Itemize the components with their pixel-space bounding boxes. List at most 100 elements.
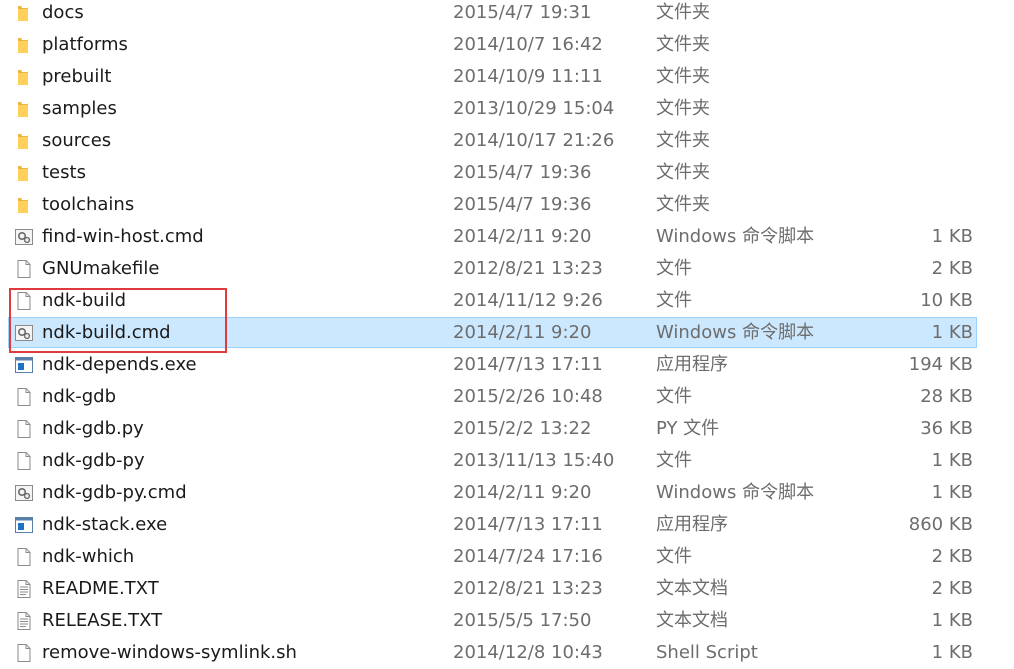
file-date-modified: 2013/10/29 15:04	[453, 98, 615, 119]
file-name: find-win-host.cmd	[42, 226, 204, 247]
file-date-modified: 2014/10/9 11:11	[453, 66, 603, 87]
file-type: 文件	[656, 450, 692, 471]
file-type: 文件	[656, 386, 692, 407]
file-list: docs 2015/4/7 19:31 文件夹 platforms 2014/10/7…	[0, 0, 1014, 669]
file-size: 2 KB	[931, 546, 973, 567]
folder-icon	[14, 131, 34, 151]
exe-icon	[14, 355, 34, 375]
file-type: 文件	[656, 258, 692, 279]
file-size: 1 KB	[931, 450, 973, 471]
file-date-modified: 2012/8/21 13:23	[453, 258, 603, 279]
file-icon	[14, 259, 34, 279]
file-name: ndk-build	[42, 290, 127, 311]
file-size: 860 KB	[908, 514, 973, 535]
file-date-modified: 2012/8/21 13:23	[453, 578, 603, 599]
file-row[interactable]: GNUmakefile 2012/8/21 13:23 文件 2 KB	[0, 253, 1014, 285]
file-row[interactable]: ndk-stack.exe 2014/7/13 17:11 应用程序 860 KB	[0, 509, 1014, 541]
file-row[interactable]: README.TXT 2012/8/21 13:23 文本文档 2 KB	[0, 573, 1014, 605]
file-type: 文本文档	[656, 578, 728, 599]
file-row[interactable]: sources 2014/10/17 21:26 文件夹	[0, 125, 1014, 157]
cmd-script-icon	[14, 323, 34, 343]
file-date-modified: 2015/4/7 19:36	[453, 162, 592, 183]
file-icon	[14, 643, 34, 663]
file-size: 1 KB	[931, 226, 973, 247]
file-row[interactable]: docs 2015/4/7 19:31 文件夹	[0, 0, 1014, 29]
file-date-modified: 2014/2/11 9:20	[453, 482, 592, 503]
cmd-script-icon	[14, 227, 34, 247]
file-size: 2 KB	[931, 258, 973, 279]
file-name: README.TXT	[42, 578, 159, 599]
file-name: ndk-gdb	[42, 386, 117, 407]
file-date-modified: 2014/2/11 9:20	[453, 322, 592, 343]
file-row[interactable]: ndk-gdb-py.cmd 2014/2/11 9:20 Windows 命令脚本…	[0, 477, 1014, 509]
file-row[interactable]: samples 2013/10/29 15:04 文件夹	[0, 93, 1014, 125]
file-name: ndk-build.cmd	[42, 322, 171, 343]
file-type: 应用程序	[656, 514, 728, 535]
folder-icon	[14, 3, 34, 23]
file-type: 文件	[656, 290, 692, 311]
file-row[interactable]: ndk-build 2014/11/12 9:26 文件 10 KB	[0, 285, 1014, 317]
folder-icon	[14, 35, 34, 55]
file-date-modified: 2014/11/12 9:26	[453, 290, 603, 311]
file-row[interactable]: ndk-gdb-py 2013/11/13 15:40 文件 1 KB	[0, 445, 1014, 477]
file-size: 1 KB	[931, 482, 973, 503]
file-icon	[14, 451, 34, 471]
folder-icon	[14, 67, 34, 87]
text-document-icon	[14, 579, 34, 599]
file-size: 28 KB	[920, 386, 973, 407]
file-row[interactable]: RELEASE.TXT 2015/5/5 17:50 文本文档 1 KB	[0, 605, 1014, 637]
file-date-modified: 2014/7/13 17:11	[453, 354, 603, 375]
file-row[interactable]: toolchains 2015/4/7 19:36 文件夹	[0, 189, 1014, 221]
file-date-modified: 2014/7/13 17:11	[453, 514, 603, 535]
file-type: Shell Script	[656, 642, 758, 663]
file-row[interactable]: ndk-which 2014/7/24 17:16 文件 2 KB	[0, 541, 1014, 573]
file-date-modified: 2015/4/7 19:36	[453, 194, 592, 215]
file-name: platforms	[42, 34, 128, 55]
file-date-modified: 2014/7/24 17:16	[453, 546, 603, 567]
folder-icon	[14, 99, 34, 119]
file-icon	[14, 291, 34, 311]
file-row[interactable]: prebuilt 2014/10/9 11:11 文件夹	[0, 61, 1014, 93]
file-row[interactable]: ndk-depends.exe 2014/7/13 17:11 应用程序 194 KB	[0, 349, 1014, 381]
file-date-modified: 2014/12/8 10:43	[453, 642, 603, 663]
file-name: ndk-depends.exe	[42, 354, 197, 375]
file-type: Windows 命令脚本	[656, 322, 815, 343]
file-type: Windows 命令脚本	[656, 226, 815, 247]
file-type: 文件夹	[656, 162, 710, 183]
file-row[interactable]: ndk-build.cmd 2014/2/11 9:20 Windows 命令脚本 1…	[0, 317, 1014, 349]
file-type: 文件夹	[656, 194, 710, 215]
cmd-script-icon	[14, 483, 34, 503]
file-size: 36 KB	[920, 418, 973, 439]
file-type: 文件夹	[656, 66, 710, 87]
file-row[interactable]: remove-windows-symlink.sh 2014/12/8 10:43…	[0, 637, 1014, 669]
text-document-icon	[14, 611, 34, 631]
file-type: 文件夹	[656, 98, 710, 119]
file-name: remove-windows-symlink.sh	[42, 642, 297, 663]
file-name: samples	[42, 98, 117, 119]
file-row[interactable]: ndk-gdb.py 2015/2/2 13:22 PY 文件 36 KB	[0, 413, 1014, 445]
file-type: 应用程序	[656, 354, 728, 375]
file-icon	[14, 419, 34, 439]
file-type: 文件夹	[656, 2, 710, 23]
file-type: 文件夹	[656, 130, 710, 151]
file-size: 1 KB	[931, 322, 973, 343]
file-name: tests	[42, 162, 86, 183]
file-date-modified: 2013/11/13 15:40	[453, 450, 615, 471]
file-row[interactable]: find-win-host.cmd 2014/2/11 9:20 Windows 命…	[0, 221, 1014, 253]
file-type: 文本文档	[656, 610, 728, 631]
file-name: ndk-gdb-py.cmd	[42, 482, 187, 503]
file-name: sources	[42, 130, 112, 151]
file-row[interactable]: platforms 2014/10/7 16:42 文件夹	[0, 29, 1014, 61]
folder-icon	[14, 195, 34, 215]
file-type: 文件	[656, 546, 692, 567]
file-size: 1 KB	[931, 610, 973, 631]
file-size: 2 KB	[931, 578, 973, 599]
file-row[interactable]: tests 2015/4/7 19:36 文件夹	[0, 157, 1014, 189]
file-icon	[14, 387, 34, 407]
file-name: ndk-stack.exe	[42, 514, 168, 535]
file-size: 194 KB	[908, 354, 973, 375]
file-date-modified: 2015/4/7 19:31	[453, 2, 592, 23]
file-name: RELEASE.TXT	[42, 610, 163, 631]
file-row[interactable]: ndk-gdb 2015/2/26 10:48 文件 28 KB	[0, 381, 1014, 413]
file-date-modified: 2014/10/17 21:26	[453, 130, 615, 151]
